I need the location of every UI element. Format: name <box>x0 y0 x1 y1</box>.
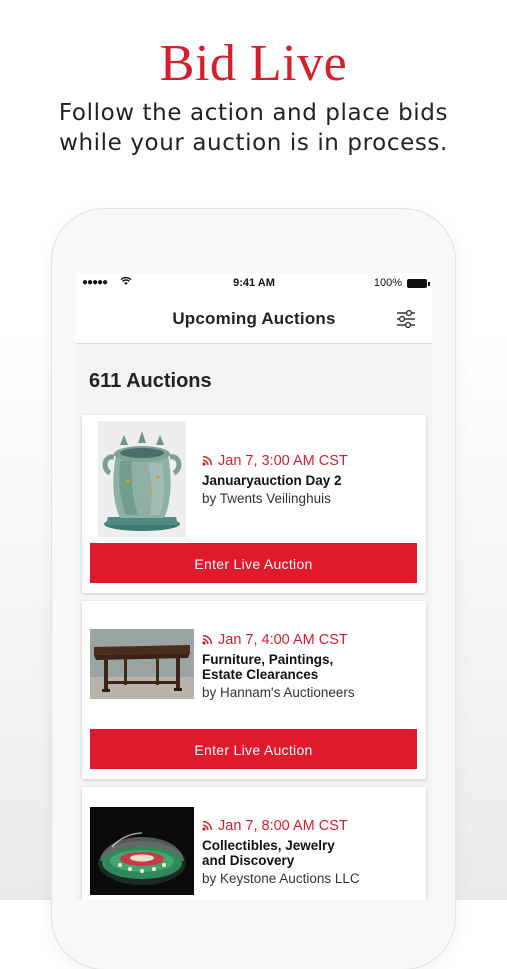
auction-date-text: Jan 7, 4:00 AM CST <box>218 632 348 648</box>
auction-card: Jan 7, 3:00 AM CST Januaryauction Day 2 … <box>82 415 426 593</box>
auction-house: by Twents Veilinghuis <box>202 491 331 506</box>
enter-live-auction-button[interactable]: Enter Live Auction <box>90 543 417 583</box>
page-title: Upcoming Auctions <box>172 309 336 328</box>
auction-title-line: Furniture, Paintings, <box>202 652 334 667</box>
subheadline-line-1: Follow the action and place bids <box>58 100 449 126</box>
live-feed-icon <box>202 632 213 645</box>
auction-date: Jan 7, 8:00 AM CST <box>202 817 360 835</box>
paperweight-image <box>90 807 194 895</box>
headline: Bid Live <box>159 35 348 92</box>
auction-title-line: and Discovery <box>202 853 295 868</box>
live-feed-icon <box>202 818 213 831</box>
auction-date: Jan 7, 4:00 AM CST <box>202 631 355 649</box>
auction-date-text: Jan 7, 8:00 AM CST <box>218 818 348 834</box>
auction-thumbnail[interactable] <box>90 807 194 895</box>
ceramic-vessel-image <box>98 421 186 537</box>
nav-bar: Upcoming Auctions <box>76 295 432 344</box>
wooden-table-image <box>90 629 194 699</box>
enter-live-auction-button[interactable]: Enter Live Auction <box>90 729 417 769</box>
battery-percent: 100% <box>373 277 402 289</box>
auction-date: Jan 7, 3:00 AM CST <box>202 452 348 470</box>
auction-info: Jan 7, 4:00 AM CST Furniture, Paintings,… <box>202 631 355 702</box>
phone-screen: ●●●●● 9:41 AM 100% Upcoming Auctions 611 <box>76 273 432 900</box>
subheadline: Follow the action and place bids while y… <box>0 98 507 158</box>
auction-title-line: Estate Clearances <box>202 667 319 682</box>
subheadline-line-2: while your auction is in process. <box>59 130 448 156</box>
auction-title[interactable]: Januaryauction Day 2 <box>202 473 348 488</box>
auction-title[interactable]: Collectibles, Jewelry and Discovery <box>202 838 360 868</box>
auction-thumbnail[interactable] <box>90 629 194 699</box>
sliders-icon[interactable] <box>396 309 416 329</box>
auction-title-line: Collectibles, Jewelry <box>202 838 335 853</box>
auction-info: Jan 7, 3:00 AM CST Januaryauction Day 2 … <box>202 452 348 508</box>
auction-house: by Keystone Auctions LLC <box>202 871 360 886</box>
auction-card: Jan 7, 4:00 AM CST Furniture, Paintings,… <box>82 601 426 779</box>
auction-title[interactable]: Furniture, Paintings, Estate Clearances <box>202 652 355 682</box>
auction-count: 611 Auctions <box>89 370 212 392</box>
auction-house: by Hannam's Auctioneers <box>202 685 355 700</box>
auction-card: Jan 7, 8:00 AM CST Collectibles, Jewelry… <box>82 787 426 900</box>
auction-date-text: Jan 7, 3:00 AM CST <box>218 453 348 469</box>
auction-info: Jan 7, 8:00 AM CST Collectibles, Jewelry… <box>202 817 360 888</box>
auction-title-line: Januaryauction Day 2 <box>202 473 342 488</box>
battery-icon <box>407 279 430 288</box>
live-feed-icon <box>202 453 213 466</box>
auction-thumbnail[interactable] <box>98 421 186 537</box>
status-bar: ●●●●● 9:41 AM 100% <box>76 273 432 295</box>
